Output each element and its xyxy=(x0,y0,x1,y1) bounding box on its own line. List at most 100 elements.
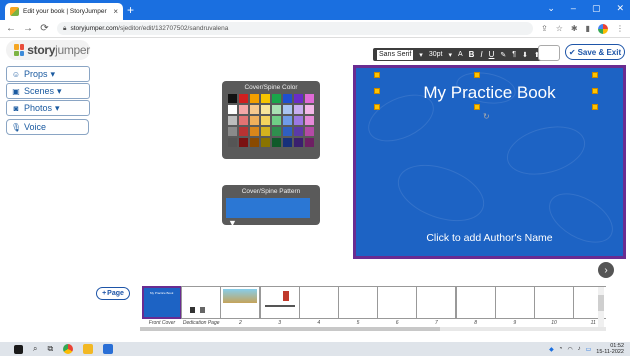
page-thumbnail[interactable] xyxy=(416,286,457,319)
color-swatch[interactable] xyxy=(294,127,303,136)
photos-menu-button[interactable]: ◙ Photos ▾ xyxy=(6,100,90,116)
color-swatch[interactable] xyxy=(283,94,292,103)
color-swatch[interactable] xyxy=(228,105,237,114)
back-icon[interactable]: ← xyxy=(6,23,16,34)
color-swatch[interactable] xyxy=(228,138,237,147)
color-swatch[interactable] xyxy=(294,94,303,103)
vertical-scrollbar[interactable] xyxy=(598,287,604,327)
color-swatch[interactable] xyxy=(272,94,281,103)
color-swatch[interactable] xyxy=(261,116,270,125)
extensions-puzzle-icon[interactable]: ✱ xyxy=(571,24,578,33)
clock[interactable]: 01:52 15-11-2022 xyxy=(596,343,624,355)
task-view-icon[interactable]: ⧉ xyxy=(47,344,53,354)
resize-handle[interactable] xyxy=(592,104,598,110)
resize-handle[interactable] xyxy=(374,88,380,94)
font-family-select[interactable]: Sans Serif xyxy=(377,49,414,60)
color-swatch[interactable] xyxy=(228,116,237,125)
highlight-pen-icon[interactable]: ✎ xyxy=(500,51,506,59)
browser-tab[interactable]: Edit your book | StoryJumper × xyxy=(5,3,123,20)
menu-kebab-icon[interactable]: ⋮ xyxy=(616,24,624,33)
resize-handle[interactable] xyxy=(592,88,598,94)
network-icon[interactable]: ◔ xyxy=(559,346,563,352)
minimize-icon[interactable]: – xyxy=(571,3,576,14)
page-thumbnail[interactable] xyxy=(377,286,418,319)
storyjumper-logo[interactable]: storyjumper xyxy=(6,40,90,60)
new-tab-button[interactable]: + xyxy=(127,3,134,17)
color-swatch[interactable] xyxy=(250,105,259,114)
wifi-icon[interactable]: ◠ xyxy=(567,346,572,353)
search-icon[interactable]: ⌕ xyxy=(33,344,37,354)
color-swatch[interactable] xyxy=(305,138,314,147)
color-swatch[interactable] xyxy=(272,127,281,136)
color-swatch[interactable] xyxy=(261,138,270,147)
color-swatch[interactable] xyxy=(305,94,314,103)
resize-handle[interactable] xyxy=(592,72,598,78)
color-swatch[interactable] xyxy=(239,116,248,125)
paragraph-icon[interactable]: ¶ xyxy=(512,51,516,58)
color-swatch[interactable] xyxy=(250,127,259,136)
page-thumbnail[interactable] xyxy=(298,286,339,319)
color-swatch[interactable] xyxy=(283,127,292,136)
color-swatch[interactable] xyxy=(272,105,281,114)
color-swatch[interactable] xyxy=(283,138,292,147)
scrollbar-thumb[interactable] xyxy=(598,295,604,311)
app-taskbar-icon[interactable] xyxy=(103,344,114,354)
resize-handle[interactable] xyxy=(374,72,380,78)
text-color-icon[interactable]: A xyxy=(458,51,463,58)
close-window-icon[interactable]: ✕ xyxy=(616,3,624,14)
move-down-icon[interactable]: ⬇ xyxy=(522,51,528,59)
page-thumbnail[interactable] xyxy=(259,286,300,319)
page-thumbnail[interactable] xyxy=(494,286,535,319)
color-swatch[interactable] xyxy=(239,127,248,136)
profile-avatar[interactable] xyxy=(598,23,608,34)
author-name-placeholder[interactable]: Click to add Author's Name xyxy=(356,232,623,244)
color-swatch[interactable] xyxy=(239,138,248,147)
color-swatch[interactable] xyxy=(283,105,292,114)
save-exit-button[interactable]: ✔ Save & Exit xyxy=(565,44,625,60)
font-size-caret-icon[interactable]: ▾ xyxy=(448,51,452,59)
page-thumbnail[interactable] xyxy=(455,286,496,319)
chrome-icon[interactable] xyxy=(63,344,74,354)
book-cover-canvas[interactable]: My Practice Book Click to add Author's N… xyxy=(353,65,626,259)
page-thumbnail[interactable] xyxy=(338,286,378,319)
maximize-icon[interactable]: ▢ xyxy=(592,3,601,14)
windows-start-icon[interactable] xyxy=(14,344,23,354)
page-thumbnail[interactable]: My Practice Book xyxy=(142,286,182,319)
dropbox-icon[interactable]: ◆ xyxy=(549,346,554,353)
color-swatch[interactable] xyxy=(250,138,259,147)
share-icon[interactable]: ⇪ xyxy=(541,24,548,33)
rotate-handle-icon[interactable]: ↻ xyxy=(483,112,490,121)
color-swatch[interactable] xyxy=(261,105,270,114)
reload-icon[interactable]: ⟳ xyxy=(40,23,49,34)
color-swatch[interactable] xyxy=(228,127,237,136)
color-swatch[interactable] xyxy=(305,127,314,136)
page-thumbnail[interactable] xyxy=(534,286,574,319)
page-strip-scrollbar[interactable] xyxy=(140,327,606,331)
add-page-button[interactable]: + Page xyxy=(96,287,130,300)
color-swatch[interactable] xyxy=(272,138,281,147)
color-swatch[interactable] xyxy=(239,105,248,114)
chevron-down-icon[interactable]: ▼ xyxy=(228,218,237,228)
color-swatch[interactable] xyxy=(272,116,281,125)
volume-icon[interactable]: ♪ xyxy=(578,346,581,352)
resize-handle[interactable] xyxy=(474,104,480,110)
bold-button[interactable]: B xyxy=(469,50,475,59)
color-swatch[interactable] xyxy=(294,138,303,147)
color-swatch[interactable] xyxy=(305,105,314,114)
underline-button[interactable]: U xyxy=(489,50,495,59)
tab-search-icon[interactable]: ⌄ xyxy=(547,3,555,14)
color-swatch[interactable] xyxy=(228,94,237,103)
scrollbar-thumb[interactable] xyxy=(140,327,440,331)
color-swatch[interactable] xyxy=(239,94,248,103)
color-swatch[interactable] xyxy=(250,116,259,125)
sidebar-icon[interactable]: ▮ xyxy=(586,24,590,33)
resize-handle[interactable] xyxy=(374,104,380,110)
page-thumbnail[interactable] xyxy=(181,286,222,319)
next-page-arrow-icon[interactable]: › xyxy=(598,262,614,278)
pattern-preview[interactable] xyxy=(226,198,310,218)
color-swatch[interactable] xyxy=(294,116,303,125)
scenes-menu-button[interactable]: ▣ Scenes ▾ xyxy=(6,83,90,99)
file-explorer-icon[interactable] xyxy=(83,344,94,354)
voice-button[interactable]: 🎙︎ Voice xyxy=(6,119,89,135)
tab-close-icon[interactable]: × xyxy=(113,7,118,16)
